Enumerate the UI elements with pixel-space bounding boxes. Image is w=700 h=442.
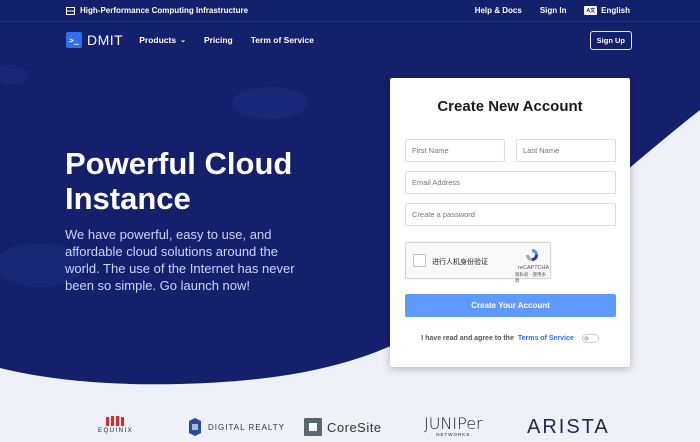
language-selector[interactable]: A文 English [584, 6, 630, 15]
juniper-subtext: NETWORKS [436, 432, 471, 437]
nav-pricing[interactable]: Pricing [204, 35, 233, 45]
nav-products[interactable]: Products ⌄ [139, 35, 186, 45]
digital-realty-text: DIGITAL REALTY [208, 422, 285, 432]
hero-section: High-Performance Computing Infrastructur… [0, 0, 700, 442]
juniper-logo: JUNIPer NETWORKS [424, 414, 483, 437]
utility-bar: High-Performance Computing Infrastructur… [0, 0, 700, 22]
recaptcha-brand: reCAPTCHA [518, 265, 550, 271]
password-input[interactable] [405, 203, 616, 226]
signup-button[interactable]: Sign Up [589, 30, 632, 50]
coresite-mark-icon [304, 418, 322, 436]
signin-link[interactable]: Sign In [540, 6, 567, 15]
recaptcha-widget: 进行人机身份验证 reCAPTCHA 隐私权 - 使用条款 [405, 242, 551, 283]
server-icon [66, 6, 75, 15]
recaptcha-label: 进行人机身份验证 [432, 259, 488, 266]
form-title: Create New Account [437, 98, 583, 115]
juniper-text: JUNIPer [424, 414, 483, 433]
infra-banner: High-Performance Computing Infrastructur… [66, 6, 248, 15]
main-nav: >_ DMIT Products ⌄ Pricing Term of Servi… [66, 28, 632, 52]
terminal-icon: >_ [66, 32, 82, 48]
digital-realty-mark-icon [189, 418, 201, 436]
first-name-input[interactable] [405, 139, 505, 162]
arista-logo: ARISTA [527, 416, 610, 439]
terms-toggle[interactable] [581, 334, 599, 343]
nav-products-label: Products [139, 35, 177, 45]
hero-title: Powerful Cloud Instance [65, 146, 365, 216]
recaptcha-links[interactable]: 隐私权 - 使用条款 [515, 272, 550, 284]
chevron-down-icon: ⌄ [180, 37, 186, 44]
brand-logo[interactable]: >_ DMIT [66, 32, 123, 48]
digital-realty-logo: DIGITAL REALTY [188, 418, 285, 436]
coresite-text: CoreSite [327, 419, 382, 435]
create-account-button[interactable]: Create Your Account [405, 294, 616, 317]
help-docs-link[interactable]: Help & Docs [475, 6, 522, 15]
hero-description: We have powerful, easy to use, and affor… [65, 227, 295, 293]
recaptcha-icon [526, 249, 538, 261]
brand-name: DMIT [87, 32, 124, 48]
hero-title-line1: Powerful Cloud [65, 146, 293, 181]
partner-logos: EQUINIX DIGITAL REALTY CoreSite JUNIPer … [0, 410, 700, 442]
infra-label: High-Performance Computing Infrastructur… [80, 6, 249, 15]
equinix-text: EQUINIX [98, 428, 134, 434]
terms-agreement: I have read and agree to the Terms of Se… [390, 334, 630, 343]
terms-link[interactable]: Terms of Service [518, 335, 574, 342]
hero-title-line2: Instance [65, 181, 191, 216]
equinix-mark-icon [105, 416, 124, 426]
email-input[interactable] [405, 171, 616, 194]
language-icon: A文 [584, 6, 598, 15]
recaptcha-checkbox[interactable] [413, 254, 426, 267]
equinix-logo: EQUINIX [98, 416, 133, 434]
arista-text: ARISTA [527, 416, 610, 438]
last-name-input[interactable] [516, 139, 616, 162]
nav-terms[interactable]: Term of Service [251, 35, 314, 45]
coresite-logo: CoreSite [304, 418, 382, 436]
agree-text: I have read and agree to the [421, 335, 514, 342]
language-label: English [601, 6, 630, 15]
signup-card: Create New Account 进行人机身份验证 reCAPTCHA 隐私… [390, 78, 630, 367]
